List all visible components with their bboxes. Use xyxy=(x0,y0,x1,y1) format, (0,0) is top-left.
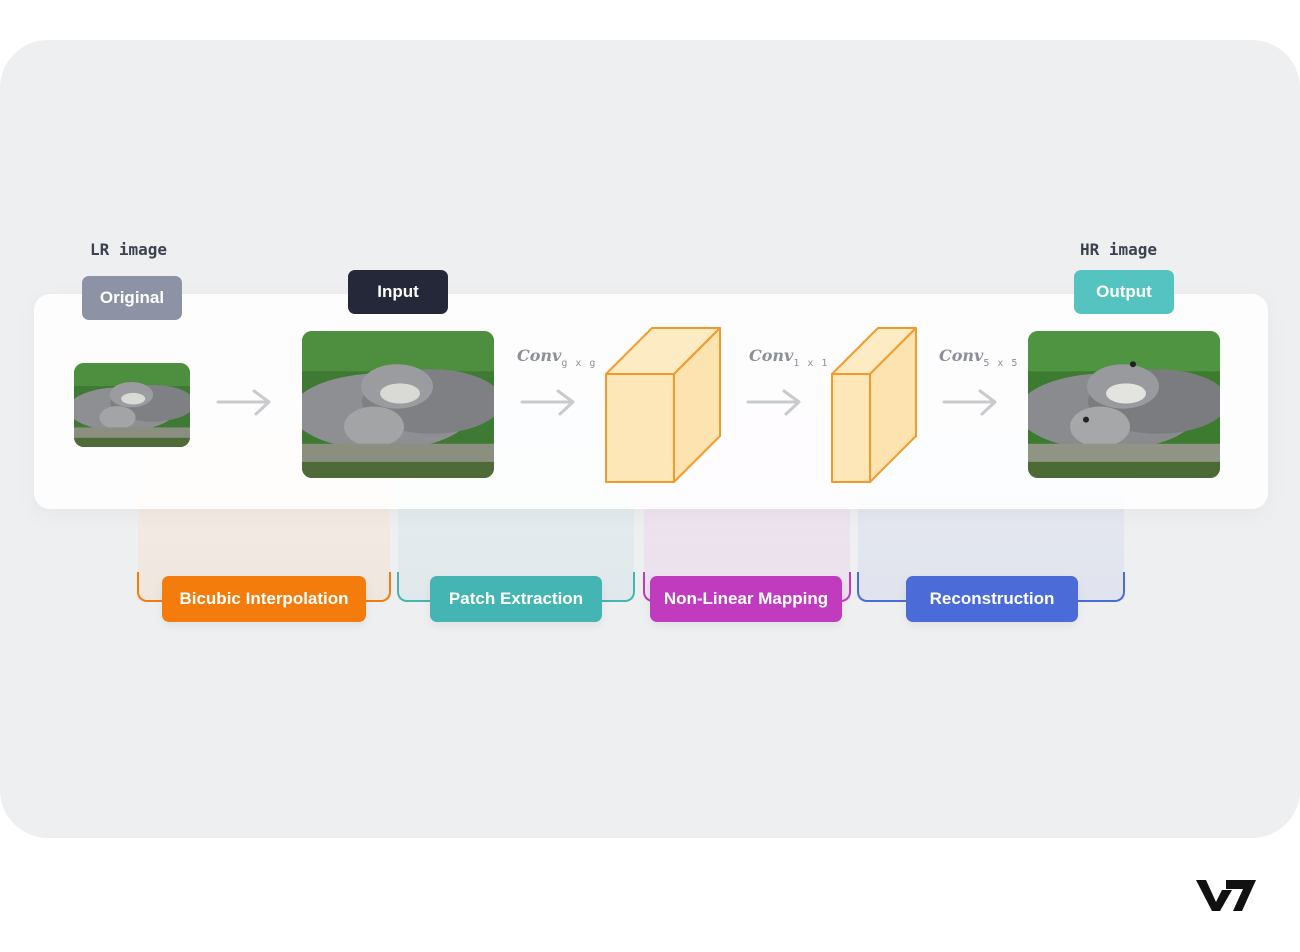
lr-otter-image xyxy=(74,363,190,447)
stage-non-linear-mapping: Non-Linear Mapping xyxy=(650,576,842,622)
arrow-right-icon xyxy=(746,389,801,416)
v7-logo xyxy=(1196,880,1256,911)
output-otter-image xyxy=(1028,331,1220,478)
conv-name: Conv xyxy=(517,346,562,365)
conv-kernel: 5 x 5 xyxy=(983,358,1019,369)
arrow-right-icon xyxy=(216,389,271,416)
original-tag: Original xyxy=(82,276,182,320)
conv-label-gxg: Convg x g xyxy=(517,346,596,369)
stage-bicubic-interpolation: Bicubic Interpolation xyxy=(162,576,366,622)
conv-kernel: 1 x 1 xyxy=(793,358,829,369)
lr-image-label: LR image xyxy=(90,240,168,259)
conv-label-5x5: Conv5 x 5 xyxy=(939,346,1018,369)
feature-map-cube-large xyxy=(605,327,721,483)
feature-map-cube-small xyxy=(831,327,917,483)
input-otter-image xyxy=(302,331,494,478)
arrow-right-icon xyxy=(942,389,997,416)
hr-image-label: HR image xyxy=(1080,240,1158,259)
conv-kernel: g x g xyxy=(561,358,597,369)
stage-reconstruction: Reconstruction xyxy=(906,576,1078,622)
stage-patch-extraction: Patch Extraction xyxy=(430,576,602,622)
input-tag: Input xyxy=(348,270,448,314)
conv-label-1x1: Conv1 x 1 xyxy=(749,346,828,369)
conv-name: Conv xyxy=(749,346,794,365)
arrow-right-icon xyxy=(520,389,575,416)
conv-name: Conv xyxy=(939,346,984,365)
output-tag: Output xyxy=(1074,270,1174,314)
